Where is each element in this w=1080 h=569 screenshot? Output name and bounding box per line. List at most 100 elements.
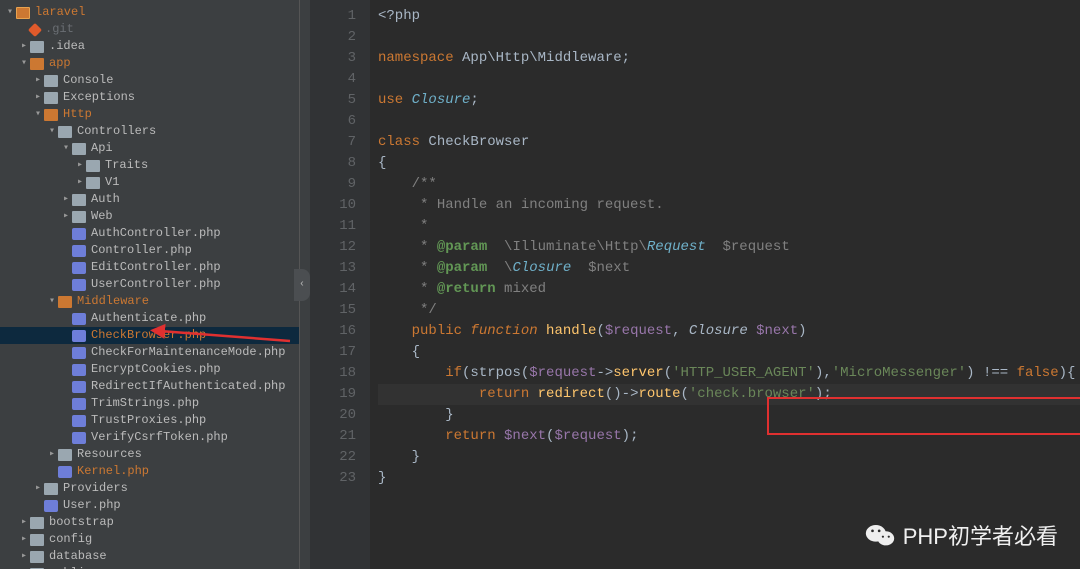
tree-chevron-icon[interactable] (20, 531, 28, 548)
tree-item-controllers[interactable]: Controllers (0, 123, 299, 140)
token-indent (378, 239, 412, 255)
tree-chevron-icon[interactable] (76, 174, 84, 191)
tree-chevron-icon[interactable] (48, 123, 56, 140)
tree-chevron-icon[interactable] (20, 38, 28, 55)
tree-item-redirectifauthenticated-php[interactable]: RedirectIfAuthenticated.php (0, 378, 299, 395)
tree-item-web[interactable]: Web (0, 208, 299, 225)
line-number: 12 (316, 237, 356, 258)
tree-item-checkbrowser-php[interactable]: CheckBrowser.php (0, 327, 299, 344)
code-line[interactable]: class CheckBrowser (378, 132, 1080, 153)
code-line[interactable]: } (378, 468, 1080, 489)
code-line[interactable]: use Closure; (378, 90, 1080, 111)
tree-item-user-php[interactable]: User.php (0, 497, 299, 514)
tree-chevron-icon[interactable] (62, 191, 70, 208)
tree-item--idea[interactable]: .idea (0, 38, 299, 55)
tree-item-exceptions[interactable]: Exceptions (0, 89, 299, 106)
code-editor[interactable]: 1234567891011121314151617181920212223 <?… (310, 0, 1080, 569)
tree-item-checkformaintenancemode-php[interactable]: CheckForMaintenanceMode.php (0, 344, 299, 361)
line-number: 2 (316, 27, 356, 48)
tree-chevron-icon[interactable] (62, 140, 70, 157)
code-line[interactable]: { (378, 342, 1080, 363)
code-line[interactable]: * @param \Illuminate\Http\Request $reque… (378, 237, 1080, 258)
token-str: 'MicroMessenger' (832, 365, 966, 381)
tree-chevron-icon[interactable] (48, 293, 56, 310)
code-line[interactable]: * @param \Closure $next (378, 258, 1080, 279)
code-line[interactable]: <?php (378, 6, 1080, 27)
tree-item-middleware[interactable]: Middleware (0, 293, 299, 310)
code-line[interactable]: namespace App\Http\Middleware; (378, 48, 1080, 69)
code-line[interactable]: /** (378, 174, 1080, 195)
tree-item-kernel-php[interactable]: Kernel.php (0, 463, 299, 480)
code-line[interactable]: { (378, 153, 1080, 174)
tree-item-trimstrings-php[interactable]: TrimStrings.php (0, 395, 299, 412)
tree-item-label: Traits (105, 157, 148, 174)
code-line[interactable]: if(strpos($request->server('HTTP_USER_AG… (378, 363, 1080, 384)
tree-item-encryptcookies-php[interactable]: EncryptCookies.php (0, 361, 299, 378)
tree-item-usercontroller-php[interactable]: UserController.php (0, 276, 299, 293)
collapse-sidebar-button[interactable]: ‹ (294, 269, 310, 301)
code-area[interactable]: <?php namespace App\Http\Middleware; use C… (370, 0, 1080, 569)
panel-divider[interactable]: ‹ (300, 0, 310, 569)
tree-chevron-icon[interactable] (20, 565, 28, 569)
tree-item--git[interactable]: .git (0, 21, 299, 38)
tree-item-config[interactable]: config (0, 531, 299, 548)
tree-item-controller-php[interactable]: Controller.php (0, 242, 299, 259)
tree-item-v1[interactable]: V1 (0, 174, 299, 191)
tree-chevron-icon[interactable] (34, 89, 42, 106)
line-number: 3 (316, 48, 356, 69)
token-indent (378, 344, 412, 360)
tree-item-http[interactable]: Http (0, 106, 299, 123)
php-icon (58, 466, 72, 478)
code-line[interactable]: public function handle($request, Closure… (378, 321, 1080, 342)
git-icon (28, 22, 42, 36)
token-kw-it: function (470, 323, 546, 339)
token-kw: return (445, 428, 504, 444)
code-line[interactable]: } (378, 447, 1080, 468)
code-line[interactable] (378, 111, 1080, 132)
tree-item-label: EncryptCookies.php (91, 361, 221, 378)
tree-item-label: app (49, 55, 71, 72)
tree-item-label: VerifyCsrfToken.php (91, 429, 228, 446)
tree-chevron-icon[interactable] (34, 480, 42, 497)
code-line[interactable]: */ (378, 300, 1080, 321)
tree-chevron-icon[interactable] (20, 514, 28, 531)
tree-item-bootstrap[interactable]: bootstrap (0, 514, 299, 531)
token-hlcls: Closure (689, 323, 748, 339)
code-line[interactable]: * @return mixed (378, 279, 1080, 300)
folder-icon (30, 534, 44, 546)
tree-chevron-icon[interactable] (62, 208, 70, 225)
token-punct: ( (680, 386, 688, 402)
tree-item-laravel[interactable]: laravel (0, 4, 299, 21)
tree-item-console[interactable]: Console (0, 72, 299, 89)
tree-item-providers[interactable]: Providers (0, 480, 299, 497)
tree-chevron-icon[interactable] (20, 548, 28, 565)
tree-chevron-icon[interactable] (76, 157, 84, 174)
line-number: 22 (316, 447, 356, 468)
tree-item-database[interactable]: database (0, 548, 299, 565)
tree-chevron-icon[interactable] (34, 72, 42, 89)
tree-item-api[interactable]: Api (0, 140, 299, 157)
project-tree[interactable]: laravel.git.ideaappConsoleExceptionsHttp… (0, 0, 300, 569)
tree-item-app[interactable]: app (0, 55, 299, 72)
tree-item-auth[interactable]: Auth (0, 191, 299, 208)
tree-item-editcontroller-php[interactable]: EditController.php (0, 259, 299, 276)
tree-item-resources[interactable]: Resources (0, 446, 299, 463)
tree-chevron-icon[interactable] (34, 106, 42, 123)
php-icon (72, 398, 86, 410)
tree-item-trustproxies-php[interactable]: TrustProxies.php (0, 412, 299, 429)
code-line[interactable] (378, 27, 1080, 48)
code-line[interactable]: * (378, 216, 1080, 237)
tree-chevron-icon[interactable] (20, 55, 28, 72)
code-line[interactable]: * Handle an incoming request. (378, 195, 1080, 216)
tree-chevron-icon[interactable] (6, 4, 14, 21)
code-line[interactable] (378, 69, 1080, 90)
tree-item-traits[interactable]: Traits (0, 157, 299, 174)
annotation-highlight-box (767, 397, 1080, 435)
tree-item-authenticate-php[interactable]: Authenticate.php (0, 310, 299, 327)
tree-item-verifycsrftoken-php[interactable]: VerifyCsrfToken.php (0, 429, 299, 446)
tree-chevron-icon[interactable] (48, 446, 56, 463)
token-punct: ); (622, 428, 639, 444)
tree-item-public[interactable]: public (0, 565, 299, 569)
tree-item-label: User.php (63, 497, 121, 514)
tree-item-authcontroller-php[interactable]: AuthController.php (0, 225, 299, 242)
